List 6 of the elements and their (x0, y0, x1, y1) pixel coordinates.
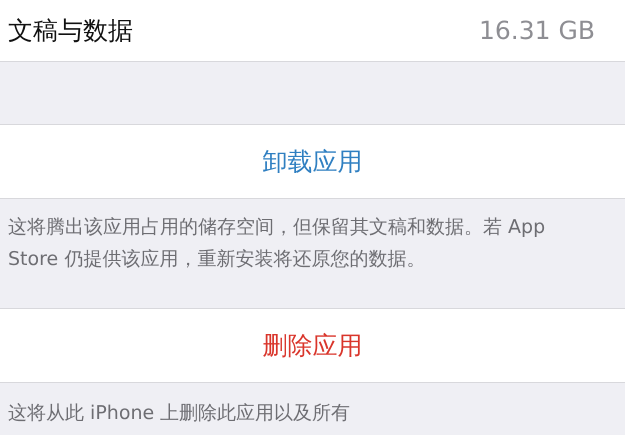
footer-text: 这将腾出该应用占用的储存空间，但保留其文稿和数据。若 App Store 仍提供该应用，重新安装将还原您的数据。 (8, 215, 546, 272)
delete-app-button[interactable]: 删除应用 (0, 309, 625, 383)
row-label: 文稿与数据 (8, 15, 133, 47)
footer-text: 这将从此 iPhone 上删除此应用以及所有 (8, 401, 352, 426)
row-value: 16.31 GB (478, 16, 595, 45)
offload-app-button[interactable]: 卸载应用 (0, 125, 625, 199)
